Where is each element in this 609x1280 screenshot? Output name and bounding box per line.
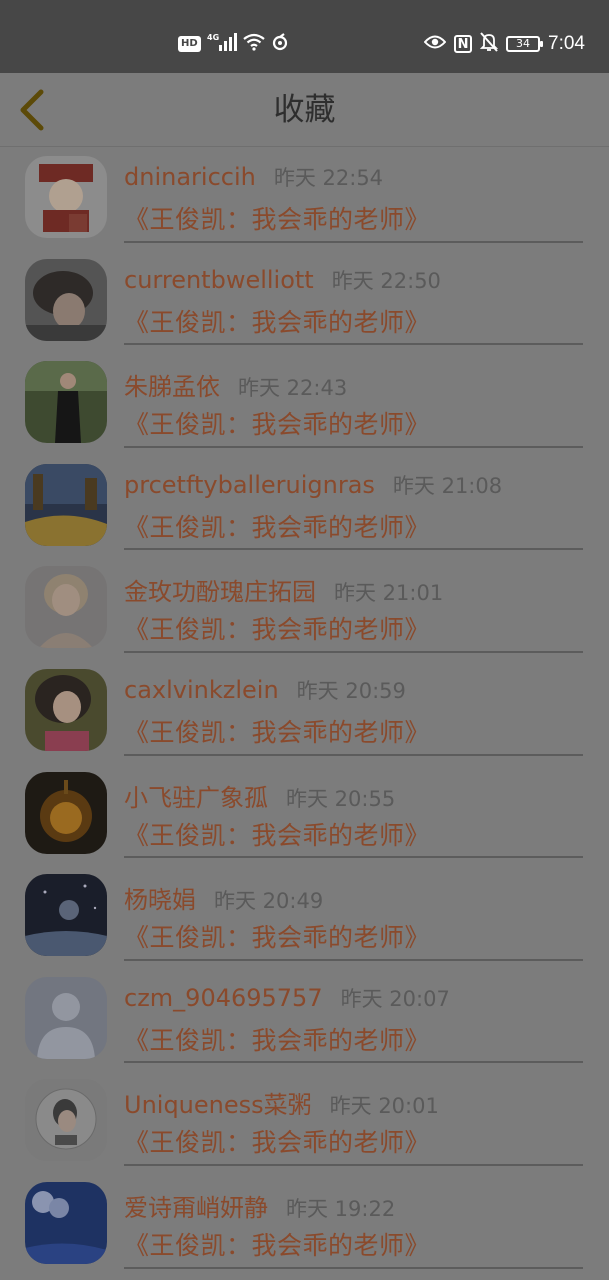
list-item[interactable]: 杨晓娟 昨天 20:49 《王俊凯：我会乖的老师》 <box>0 866 609 969</box>
favorites-list: dninariccih 昨天 22:54 《王俊凯：我会乖的老师》 curren… <box>0 148 609 1277</box>
divider <box>124 1266 583 1269</box>
divider <box>124 240 583 243</box>
username: prcetftyballeruignras <box>124 470 375 499</box>
divider <box>124 548 583 551</box>
username: caxlvinkzlein <box>124 675 279 704</box>
favorite-title[interactable]: 《王俊凯：我会乖的老师》 <box>124 200 430 236</box>
list-item[interactable]: currentbwelliott 昨天 22:50 《王俊凯：我会乖的老师》 <box>0 251 609 354</box>
timestamp: 昨天 20:59 <box>296 678 406 703</box>
divider <box>124 1163 583 1166</box>
favorite-title[interactable]: 《王俊凯：我会乖的老师》 <box>124 816 430 852</box>
avatar[interactable] <box>25 668 107 751</box>
avatar[interactable] <box>25 1079 107 1162</box>
avatar[interactable] <box>25 1181 107 1264</box>
timestamp: 昨天 22:43 <box>238 376 348 401</box>
avatar[interactable] <box>25 361 107 444</box>
avatar[interactable] <box>25 771 107 854</box>
list-item[interactable]: 金玫功酚瑰庄拓园 昨天 21:01 《王俊凯：我会乖的老师》 <box>0 558 609 661</box>
timestamp: 昨天 20:55 <box>286 786 396 811</box>
timestamp: 昨天 21:01 <box>334 581 444 606</box>
page-title: 收藏 <box>273 92 336 128</box>
list-item[interactable]: czm_904695757 昨天 20:07 《王俊凯：我会乖的老师》 <box>0 969 609 1072</box>
list-item[interactable]: 朱䏲孟依 昨天 22:43 《王俊凯：我会乖的老师》 <box>0 353 609 456</box>
favorite-title[interactable]: 《王俊凯：我会乖的老师》 <box>124 610 430 646</box>
timestamp: 昨天 21:08 <box>392 473 503 498</box>
list-item[interactable]: 小飞驻广象孤 昨天 20:55 《王俊凯：我会乖的老师》 <box>0 764 609 867</box>
favorite-title[interactable]: 《王俊凯：我会乖的老师》 <box>124 1123 430 1159</box>
divider <box>124 1061 583 1064</box>
status-right-icons: N 34 7:04 <box>423 30 585 58</box>
username: currentbwelliott <box>124 265 314 294</box>
bell-muted-icon <box>479 32 499 56</box>
list-item[interactable]: prcetftyballeruignras 昨天 21:08 《王俊凯：我会乖的… <box>0 456 609 559</box>
favorite-title[interactable]: 《王俊凯：我会乖的老师》 <box>124 303 430 339</box>
favorite-title[interactable]: 《王俊凯：我会乖的老师》 <box>124 508 430 544</box>
signal-4g-icon: 4G <box>207 32 237 56</box>
eye-icon <box>423 34 447 54</box>
favorite-title[interactable]: 《王俊凯：我会乖的老师》 <box>124 405 430 441</box>
favorite-title[interactable]: 《王俊凯：我会乖的老师》 <box>124 918 430 954</box>
wifi-icon <box>242 33 265 55</box>
avatar[interactable] <box>25 874 107 957</box>
username: 小飞驻广象孤 <box>124 783 268 812</box>
list-item[interactable]: Uniqueness菜粥 昨天 20:01 《王俊凯：我会乖的老师》 <box>0 1071 609 1174</box>
list-item[interactable]: dninariccih 昨天 22:54 《王俊凯：我会乖的老师》 <box>0 148 609 251</box>
avatar[interactable] <box>25 258 107 341</box>
nfc-icon: N <box>454 35 473 53</box>
status-bar: HD 4G N 34 7:04 <box>0 0 609 73</box>
svg-text:4G: 4G <box>207 33 219 42</box>
favorite-title[interactable]: 《王俊凯：我会乖的老师》 <box>124 1021 430 1057</box>
username: czm_904695757 <box>124 983 323 1012</box>
username: 朱䏲孟依 <box>124 373 220 402</box>
timestamp: 昨天 20:49 <box>214 889 324 914</box>
status-left-icons: HD 4G <box>178 30 289 58</box>
divider <box>124 958 583 961</box>
divider <box>124 343 583 346</box>
username: Uniqueness菜粥 <box>124 1091 312 1120</box>
divider <box>124 445 583 448</box>
timestamp: 昨天 19:22 <box>286 1196 396 1221</box>
username: dninariccih <box>124 163 256 191</box>
divider <box>124 856 583 859</box>
battery-icon: 34 <box>506 36 544 52</box>
list-item[interactable]: caxlvinkzlein 昨天 20:59 《王俊凯：我会乖的老师》 <box>0 661 609 764</box>
username: 金玫功酚瑰庄拓园 <box>124 578 316 607</box>
timestamp: 昨天 22:50 <box>331 268 441 293</box>
timestamp: 昨天 22:54 <box>273 166 384 190</box>
avatar[interactable] <box>25 976 107 1059</box>
avatar[interactable] <box>25 463 107 546</box>
timestamp: 昨天 20:07 <box>340 986 450 1011</box>
avatar[interactable] <box>25 156 107 238</box>
username: 杨晓娟 <box>124 886 196 915</box>
data-saver-icon <box>271 33 289 55</box>
username: 爱诗甭峭妍静 <box>124 1193 268 1222</box>
list-item[interactable]: 爱诗甭峭妍静 昨天 19:22 《王俊凯：我会乖的老师》 <box>0 1174 609 1277</box>
favorite-title[interactable]: 《王俊凯：我会乖的老师》 <box>124 1226 430 1262</box>
hd-icon: HD <box>178 36 201 52</box>
timestamp: 昨天 20:01 <box>329 1094 439 1119</box>
header-bar: 收藏 <box>0 73 609 147</box>
divider <box>124 650 583 653</box>
clock: 7:04 <box>548 33 585 54</box>
divider <box>124 753 583 756</box>
favorite-title[interactable]: 《王俊凯：我会乖的老师》 <box>124 713 430 749</box>
avatar[interactable] <box>25 566 107 649</box>
